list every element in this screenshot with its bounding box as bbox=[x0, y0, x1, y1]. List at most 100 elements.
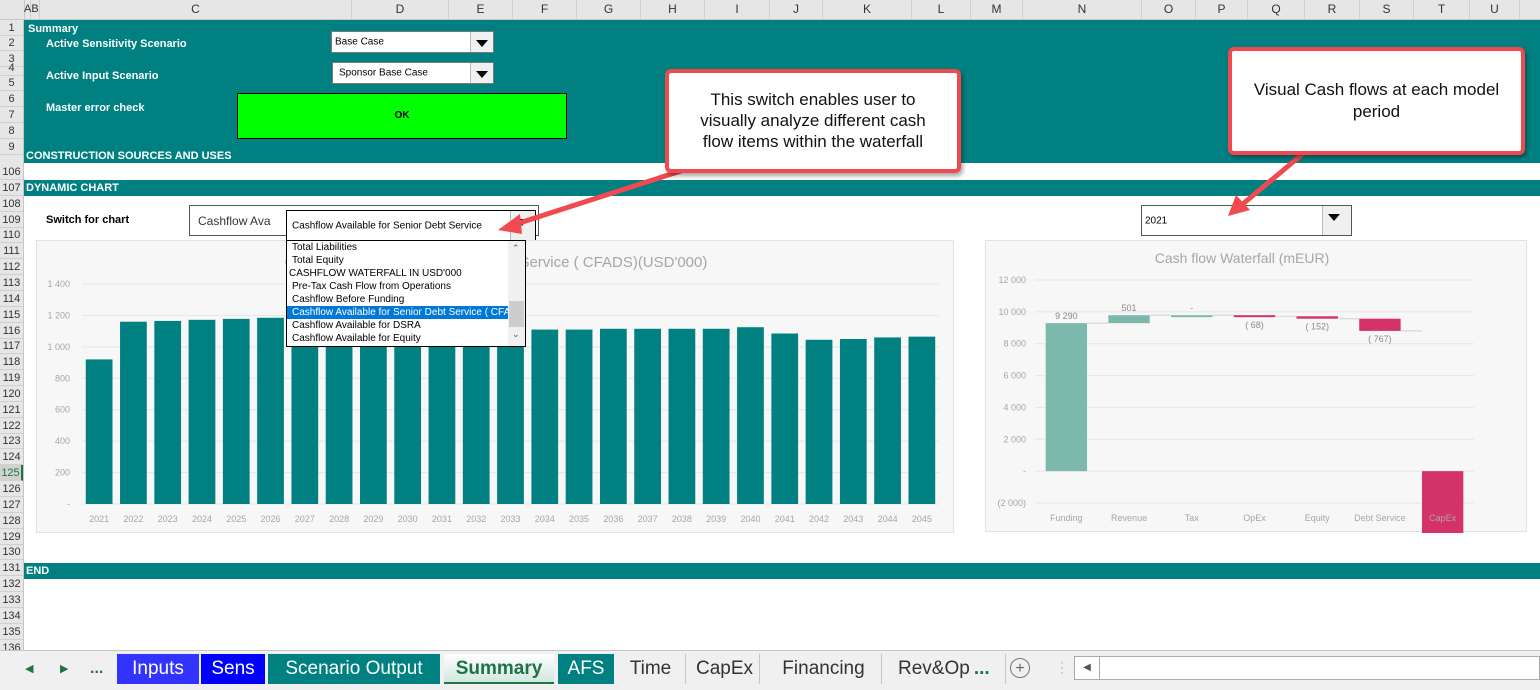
chart-switch-option[interactable]: Pre-Tax Cash Flow from Operations bbox=[287, 280, 510, 293]
row-header-127[interactable]: 127 bbox=[0, 497, 23, 513]
scroll-thumb[interactable] bbox=[509, 301, 524, 327]
scroll-up-icon[interactable]: ⌃ bbox=[512, 243, 520, 254]
row-header-126[interactable]: 126 bbox=[0, 481, 23, 497]
column-header-j[interactable]: J bbox=[770, 0, 823, 19]
row-header-119[interactable]: 119 bbox=[0, 370, 23, 387]
row-header-109[interactable]: 109 bbox=[0, 212, 23, 228]
chart-switch-option[interactable]: Cashflow Available for Senior Debt Servi… bbox=[287, 306, 510, 319]
row-header-112[interactable]: 112 bbox=[0, 259, 23, 276]
column-header-p[interactable]: P bbox=[1196, 0, 1248, 19]
row-header-135[interactable]: 135 bbox=[0, 624, 23, 640]
column-header-n[interactable]: N bbox=[1023, 0, 1142, 19]
chevron-down-icon[interactable] bbox=[470, 32, 493, 52]
column-header-u[interactable]: U bbox=[1470, 0, 1520, 19]
row-header-8[interactable]: 8 bbox=[0, 123, 23, 139]
input-scenario-select[interactable]: Sponsor Base Case bbox=[332, 62, 494, 84]
row-header-122[interactable]: 122 bbox=[0, 418, 23, 434]
scroll-left-icon[interactable]: ◀ bbox=[1075, 657, 1100, 679]
tab-afs[interactable]: AFS bbox=[558, 654, 614, 684]
tab-financing[interactable]: Financing bbox=[766, 654, 882, 684]
chart-switch-option[interactable]: Total Equity bbox=[287, 254, 510, 267]
chart-switch-option[interactable]: Cashflow Before Funding bbox=[287, 293, 510, 306]
row-header-114[interactable]: 114 bbox=[0, 291, 23, 307]
row-header-9[interactable]: 9 bbox=[0, 139, 23, 155]
column-header-s[interactable]: S bbox=[1360, 0, 1414, 19]
row-header-6[interactable]: 6 bbox=[0, 91, 23, 107]
column-header-g[interactable]: G bbox=[577, 0, 641, 19]
row-header-113[interactable]: 113 bbox=[0, 275, 23, 291]
row-header-116[interactable]: 116 bbox=[0, 323, 23, 339]
chart-switch-option[interactable]: Cashflow Available for DSRA bbox=[287, 319, 510, 332]
chevron-down-icon[interactable] bbox=[470, 63, 493, 83]
row-header-132[interactable]: 132 bbox=[0, 576, 23, 593]
row-header-128[interactable]: 128 bbox=[0, 513, 23, 529]
column-header-m[interactable]: M bbox=[971, 0, 1023, 19]
tab-scroll-next-icon[interactable]: ▶ bbox=[60, 654, 68, 684]
row-header-123[interactable]: 123 bbox=[0, 433, 23, 450]
column-header-d[interactable]: D bbox=[352, 0, 449, 19]
chart-switch-option[interactable]: CASHFLOW WATERFALL IN USD'000 bbox=[287, 267, 507, 280]
tab-more-button[interactable]: ... bbox=[90, 654, 103, 684]
year-select[interactable]: 2021 bbox=[1141, 205, 1352, 236]
row-header-107[interactable]: 107 bbox=[0, 180, 23, 196]
chart-switch-options-list[interactable]: Total Liabilities Total Equity CASHFLOW WA… bbox=[286, 240, 526, 347]
row-header-117[interactable]: 117 bbox=[0, 338, 23, 355]
add-sheet-button[interactable]: + bbox=[1010, 658, 1030, 678]
row-header-125[interactable]: 125 bbox=[0, 465, 23, 482]
column-header-b[interactable]: B bbox=[31, 0, 40, 19]
scroll-down-icon[interactable]: ⌄ bbox=[512, 329, 520, 340]
row-header-130[interactable]: 130 bbox=[0, 544, 23, 561]
row-header-131[interactable]: 131 bbox=[0, 560, 23, 577]
chart-switch-option[interactable]: Cashflow Available for Equity bbox=[287, 332, 510, 345]
row-header-124[interactable]: 124 bbox=[0, 449, 23, 466]
chart-switch-select[interactable]: Cashflow Available for Senior Debt Servi… bbox=[286, 210, 536, 241]
row-header-5[interactable]: 5 bbox=[0, 75, 23, 91]
column-header-e[interactable]: E bbox=[449, 0, 513, 19]
column-header-c[interactable]: C bbox=[40, 0, 352, 19]
row-header-120[interactable]: 120 bbox=[0, 386, 23, 402]
column-header-f[interactable]: F bbox=[513, 0, 577, 19]
row-header-111[interactable]: 111 bbox=[0, 243, 23, 260]
chevron-down-icon[interactable] bbox=[510, 211, 535, 240]
tab-scenario-output[interactable]: Scenario Output bbox=[268, 654, 440, 684]
row-header-121[interactable]: 121 bbox=[0, 402, 23, 418]
row-header-4[interactable]: 4 bbox=[0, 60, 23, 76]
row-header-118[interactable]: 118 bbox=[0, 354, 23, 371]
select-all-corner[interactable] bbox=[0, 0, 25, 19]
column-header-i[interactable]: I bbox=[705, 0, 770, 19]
tab-overflow-indicator[interactable]: ... bbox=[974, 658, 990, 679]
row-header-129[interactable]: 129 bbox=[0, 529, 23, 545]
year-value: 2021 bbox=[1145, 215, 1168, 226]
column-header-r[interactable]: R bbox=[1305, 0, 1360, 19]
row-header-133[interactable]: 133 bbox=[0, 592, 23, 608]
column-header-h[interactable]: H bbox=[641, 0, 705, 19]
chart-switch-option[interactable]: Total Liabilities bbox=[287, 241, 510, 254]
row-header-115[interactable]: 115 bbox=[0, 307, 23, 323]
tab-sens[interactable]: Sens bbox=[201, 654, 265, 684]
row-header-1[interactable]: 1 bbox=[0, 20, 23, 36]
tab-time[interactable]: Time bbox=[616, 654, 686, 684]
sensitivity-scenario-select[interactable]: Base Case bbox=[331, 31, 494, 53]
list-scrollbar[interactable]: ⌃ ⌄ bbox=[508, 241, 525, 346]
row-header-2[interactable]: 2 bbox=[0, 35, 23, 51]
tab-summary[interactable]: Summary bbox=[444, 654, 554, 684]
column-header-t[interactable]: T bbox=[1414, 0, 1470, 19]
tab-inputs[interactable]: Inputs bbox=[117, 654, 199, 684]
switch-callout: This switch enables user to visually ana… bbox=[665, 69, 961, 173]
tab-scroll-prev-icon[interactable]: ◀ bbox=[25, 654, 33, 684]
tab-capex[interactable]: CapEx bbox=[690, 654, 760, 684]
column-header-k[interactable]: K bbox=[823, 0, 912, 19]
column-header-a[interactable]: A bbox=[24, 0, 31, 19]
chevron-down-icon[interactable] bbox=[1322, 206, 1351, 235]
column-header-q[interactable]: Q bbox=[1248, 0, 1305, 19]
column-header-l[interactable]: L bbox=[912, 0, 971, 19]
tab-splitter[interactable]: ⋮ bbox=[1055, 659, 1069, 676]
row-header-106[interactable]: 106 bbox=[0, 164, 23, 180]
row-header-108[interactable]: 108 bbox=[0, 196, 23, 212]
row-header-110[interactable]: 110 bbox=[0, 227, 23, 244]
tab-rev-op[interactable]: Rev&Op... bbox=[886, 654, 1006, 684]
column-header-o[interactable]: O bbox=[1142, 0, 1196, 19]
row-header-7[interactable]: 7 bbox=[0, 107, 23, 123]
horizontal-scrollbar[interactable]: ◀ bbox=[1074, 656, 1540, 680]
row-header-134[interactable]: 134 bbox=[0, 608, 23, 624]
